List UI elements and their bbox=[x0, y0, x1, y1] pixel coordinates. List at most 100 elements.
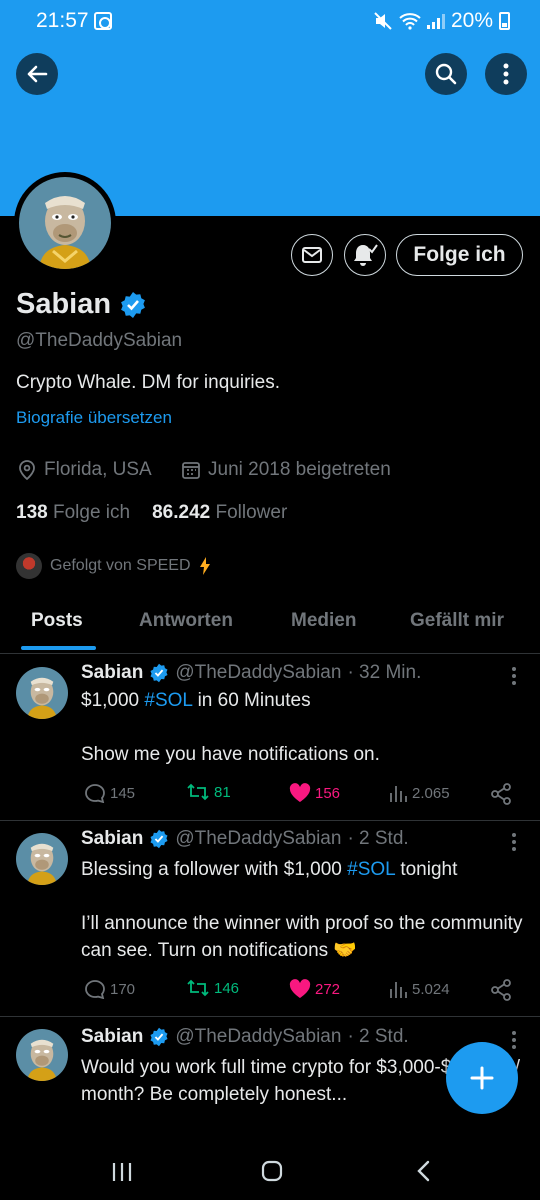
tweet-text: Blessing a follower with $1,000 #SOL ton… bbox=[81, 856, 526, 964]
tweet-text: $1,000 #SOL in 60 Minutes Show me you ha… bbox=[81, 687, 526, 768]
back-nav-icon[interactable] bbox=[416, 1160, 430, 1182]
tweet-actions: 170 146 272 5.024 bbox=[84, 979, 520, 1003]
like-button[interactable]: 272 bbox=[289, 979, 340, 999]
profile-location: Florida, USA bbox=[18, 459, 152, 481]
heart-filled-icon bbox=[289, 783, 311, 802]
retweet-button[interactable]: 146 bbox=[186, 979, 239, 997]
tweet-text-part: Blessing a follower with $1,000 bbox=[81, 859, 348, 880]
verified-badge-icon bbox=[150, 1027, 168, 1047]
profile-bio: Crypto Whale. DM for inquiries. bbox=[16, 372, 280, 393]
tweet-author-handle[interactable]: @TheDaddySabian bbox=[175, 662, 341, 684]
retweet-count: 81 bbox=[214, 783, 231, 801]
message-button[interactable] bbox=[291, 234, 333, 276]
notifications-button[interactable] bbox=[344, 234, 386, 276]
active-tab-indicator bbox=[21, 646, 96, 650]
reply-icon bbox=[85, 980, 105, 999]
calendar-icon bbox=[182, 462, 200, 479]
tweet-author-name[interactable]: Sabian bbox=[81, 828, 143, 850]
followed-by-row[interactable]: Gefolgt von SPEED bbox=[16, 553, 211, 579]
like-button[interactable]: 156 bbox=[289, 783, 340, 803]
search-button[interactable] bbox=[425, 53, 467, 95]
tweet-author-name[interactable]: Sabian bbox=[81, 1026, 143, 1048]
hashtag-link[interactable]: #SOL bbox=[144, 690, 192, 711]
retweet-icon bbox=[187, 783, 209, 801]
tweet-time: · 32 Min. bbox=[347, 662, 422, 683]
followers-stat[interactable]: 86.242 Follower bbox=[152, 502, 287, 524]
views-button[interactable]: 5.024 bbox=[388, 979, 450, 999]
wifi-icon bbox=[399, 13, 421, 30]
hashtag-link[interactable]: #SOL bbox=[347, 859, 395, 880]
profile-stats: 138 Folge ich 86.242 Follower bbox=[16, 502, 287, 524]
search-icon bbox=[435, 63, 457, 85]
following-button[interactable]: Folge ich bbox=[396, 234, 523, 276]
tab-posts[interactable]: Posts bbox=[31, 610, 83, 632]
tweet-author-handle[interactable]: @TheDaddySabian bbox=[175, 828, 341, 850]
views-button[interactable]: 2.065 bbox=[388, 783, 450, 803]
views-chart-icon bbox=[390, 982, 407, 998]
tweet-author-handle[interactable]: @TheDaddySabian bbox=[175, 1026, 341, 1048]
ape-avatar-image bbox=[16, 667, 68, 719]
tweet-actions: 145 81 156 2.065 bbox=[84, 783, 520, 807]
recent-apps-icon[interactable] bbox=[111, 1162, 133, 1182]
followers-label: Follower bbox=[215, 502, 288, 523]
tweet[interactable]: Sabian @TheDaddySabian · 32 Min. $1,000 … bbox=[0, 655, 540, 821]
views-chart-icon bbox=[390, 786, 407, 802]
tab-likes[interactable]: Gefällt mir bbox=[410, 610, 504, 632]
retweet-button[interactable]: 81 bbox=[186, 783, 231, 801]
followed-by-text: Gefolgt von SPEED bbox=[50, 557, 191, 574]
plus-icon bbox=[470, 1066, 494, 1090]
tweet-time: · 2 Std. bbox=[347, 1026, 409, 1047]
tweet-avatar[interactable] bbox=[16, 1029, 68, 1081]
share-icon bbox=[491, 783, 511, 805]
joined-text: Juni 2018 beigetreten bbox=[208, 459, 391, 480]
following-count: 138 bbox=[16, 502, 48, 523]
reply-count: 145 bbox=[110, 784, 136, 802]
mute-icon bbox=[374, 12, 392, 30]
views-count: 5.024 bbox=[412, 980, 450, 998]
tweet-avatar[interactable] bbox=[16, 833, 68, 885]
retweet-count: 146 bbox=[214, 979, 240, 997]
following-stat[interactable]: 138 Folge ich bbox=[16, 502, 130, 524]
verified-badge-icon bbox=[150, 829, 168, 849]
more-options-button[interactable] bbox=[485, 53, 527, 95]
bell-check-icon bbox=[354, 244, 378, 266]
reply-button[interactable]: 170 bbox=[84, 979, 135, 999]
compose-tweet-button[interactable] bbox=[446, 1042, 518, 1114]
tab-replies[interactable]: Antworten bbox=[139, 610, 233, 632]
reply-button[interactable]: 145 bbox=[84, 783, 135, 803]
reply-count: 170 bbox=[110, 980, 136, 998]
home-icon[interactable] bbox=[261, 1160, 283, 1182]
tweet[interactable]: Sabian @TheDaddySabian · 2 Std. Blessing… bbox=[0, 821, 540, 1017]
tweet-more-icon[interactable] bbox=[512, 833, 518, 854]
verified-badge-icon bbox=[150, 663, 168, 683]
retweet-icon bbox=[187, 979, 209, 997]
heart-filled-icon bbox=[289, 979, 311, 998]
back-button[interactable] bbox=[16, 53, 58, 95]
ape-avatar-image bbox=[16, 1029, 68, 1081]
tweet-more-icon[interactable] bbox=[512, 667, 518, 688]
share-button[interactable] bbox=[490, 979, 512, 1001]
tweet-time: · 2 Std. bbox=[347, 828, 409, 849]
more-vertical-icon bbox=[503, 63, 509, 85]
tweet-text-part: $1,000 bbox=[81, 690, 145, 711]
arrow-left-icon bbox=[27, 65, 48, 83]
tweet-author-name[interactable]: Sabian bbox=[81, 662, 143, 684]
battery-percent: 20% bbox=[450, 9, 493, 32]
envelope-icon bbox=[302, 247, 322, 263]
tweet-more-icon[interactable] bbox=[512, 1031, 518, 1052]
following-label: Folge ich bbox=[52, 502, 131, 523]
battery-icon bbox=[499, 12, 510, 30]
tab-media[interactable]: Medien bbox=[291, 610, 356, 632]
profile-name: Sabian bbox=[16, 288, 112, 320]
screen-recorder-icon bbox=[94, 12, 112, 30]
lightning-icon bbox=[199, 557, 210, 575]
followers-count: 86.242 bbox=[152, 502, 211, 523]
profile-avatar[interactable] bbox=[14, 172, 116, 274]
ape-avatar-image bbox=[19, 177, 111, 269]
profile-handle: @TheDaddySabian bbox=[16, 330, 183, 351]
status-time: 21:57 bbox=[36, 9, 89, 32]
tweet-avatar[interactable] bbox=[16, 667, 68, 719]
share-button[interactable] bbox=[490, 783, 512, 805]
translate-bio-link[interactable]: Biografie übersetzen bbox=[16, 408, 172, 428]
status-bar: 21:57 20% bbox=[0, 0, 540, 38]
